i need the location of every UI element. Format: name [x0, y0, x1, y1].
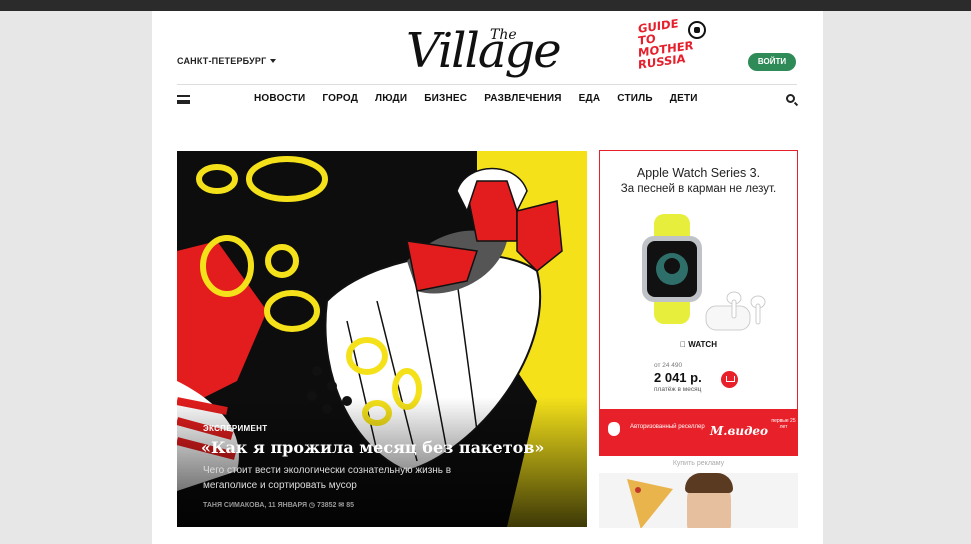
article-subtitle: Чего стоит вести экологически сознательн… — [203, 465, 452, 491]
nav-item-entertainment[interactable]: РАЗВЛЕЧЕНИЯ — [484, 93, 561, 104]
logo-the: The — [490, 27, 517, 43]
store-logo: М.видео — [710, 424, 769, 438]
caret-down-icon — [270, 59, 277, 63]
site-logo[interactable]: Village The — [406, 21, 576, 91]
reseller-label: Авторизованный реселлер — [630, 424, 705, 430]
ad-subtitle: За песней в карман не лезут. — [620, 183, 777, 195]
search-icon[interactable] — [786, 94, 795, 103]
nav-item-news[interactable]: НОВОСТИ — [254, 93, 305, 104]
nav-item-kids[interactable]: ДЕТИ — [670, 93, 698, 104]
article-tag[interactable]: ЭКСПЕРИМЕНТ — [203, 424, 267, 433]
price-note: платёж в месяц — [654, 386, 702, 393]
menu-icon[interactable] — [177, 95, 190, 104]
logo-main: Village — [406, 23, 562, 79]
guide-promo[interactable]: GUIDE TO MOTHER RUSSIA — [638, 16, 706, 75]
nav-item-people[interactable]: ЛЮДИ — [375, 93, 407, 104]
pizza-topping — [635, 487, 641, 493]
nav-item-city[interactable]: ГОРОД — [322, 93, 358, 104]
airpods-image — [705, 291, 766, 331]
article-meta: ТАНЯ СИМАКОВА, 11 ЯНВАРЯ ◷ 73852 ✉ 85 — [203, 502, 354, 509]
top-bar — [0, 0, 971, 11]
ad-footer-band: Авторизованный реселлер М.видео первые 2… — [600, 409, 797, 455]
pizza-image — [627, 479, 673, 528]
apple-watch-ad[interactable]: Apple Watch Series 3. За песней в карман… — [599, 150, 798, 456]
city-selector[interactable]: САНКТ-ПЕТЕРБУРГ — [177, 56, 277, 66]
apple-icon — [608, 422, 620, 436]
nav-item-food[interactable]: ЕДА — [579, 93, 601, 104]
cart-icon[interactable] — [721, 371, 738, 388]
hero-article[interactable]: ЭКСПЕРИМЕНТ «Как я прожила месяц без пак… — [177, 151, 587, 527]
person-hair — [685, 473, 733, 493]
price-from: от 24 490 — [654, 362, 683, 369]
football-icon — [688, 21, 706, 39]
main-nav: НОВОСТИ ГОРОД ЛЮДИ БИЗНЕС РАЗВЛЕЧЕНИЯ ЕД… — [177, 93, 797, 109]
page: САНКТ-ПЕТЕРБУРГ Village The GUIDE TO MOT… — [152, 11, 823, 544]
article-title[interactable]: «Как я прожила месяц без пакетов» — [201, 438, 544, 457]
city-label: САНКТ-ПЕТЕРБУРГ — [177, 56, 267, 66]
buy-ad-link[interactable]: Купить рекламу — [599, 460, 798, 467]
nav-item-style[interactable]: СТИЛЬ — [617, 93, 652, 104]
price: 2 041 р. — [654, 370, 702, 385]
watch-image — [642, 214, 702, 324]
header-divider — [177, 84, 797, 85]
secondary-ad[interactable] — [599, 473, 798, 528]
ad-title: Apple Watch Series 3. — [636, 166, 761, 180]
years-badge: первые 25 лет — [771, 418, 796, 430]
login-button[interactable]: ВОЙТИ — [748, 53, 796, 71]
watch-logo:  WATCH — [680, 340, 717, 349]
nav-item-business[interactable]: БИЗНЕС — [424, 93, 467, 104]
guide-promo-text: GUIDE TO MOTHER RUSSIA — [638, 16, 694, 72]
